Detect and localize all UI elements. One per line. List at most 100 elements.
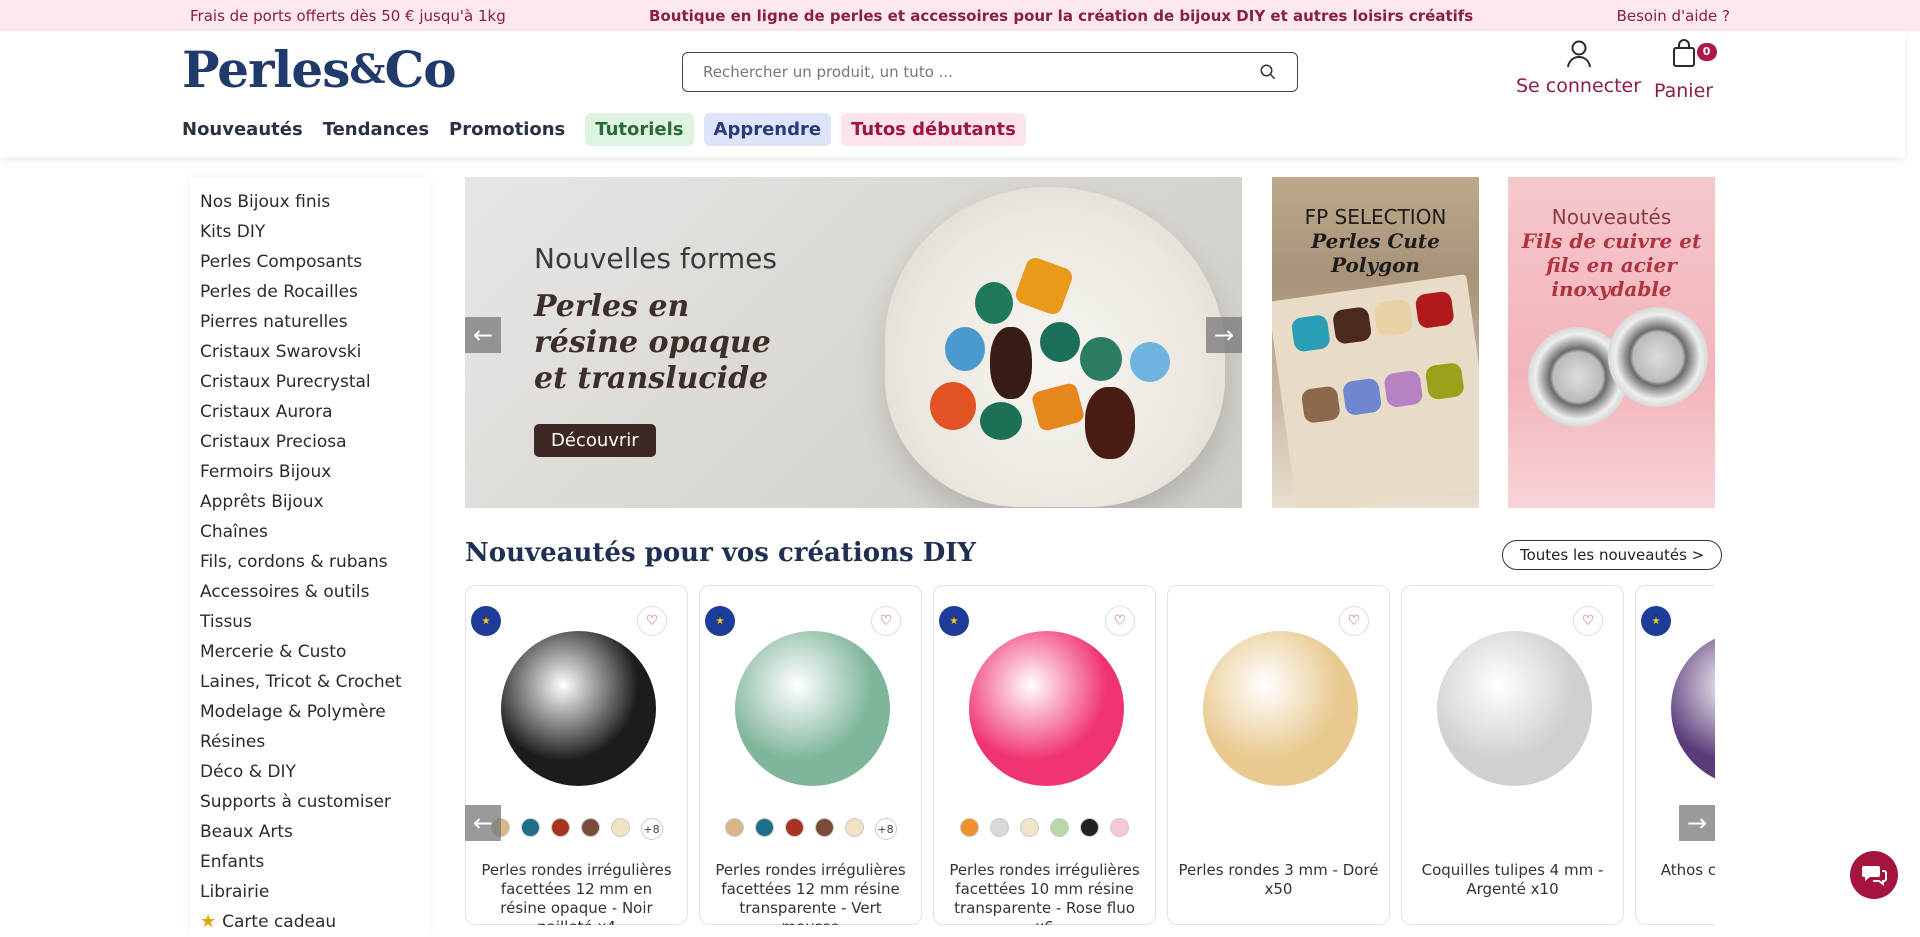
product-card[interactable]: ★♡Athos cabochon 20x10 mm — [1635, 585, 1715, 925]
bead-shape — [1080, 337, 1122, 381]
star-icon: ★ — [200, 911, 217, 932]
category-item[interactable]: Déco & DIY — [200, 757, 420, 787]
products-next-icon[interactable]: → — [1679, 805, 1715, 841]
category-item[interactable]: Mercerie & Custo — [200, 637, 420, 667]
product-card[interactable]: ♡ Coquilles tulipes 4 mm - Argenté x10 — [1401, 585, 1624, 925]
category-item[interactable]: Fermoirs Bijoux — [200, 457, 420, 487]
chat-button[interactable] — [1850, 851, 1898, 899]
color-swatch[interactable] — [1110, 818, 1129, 837]
category-item[interactable]: Supports à customiser — [200, 787, 420, 817]
bead-shape — [1424, 361, 1465, 401]
color-swatch[interactable] — [520, 818, 540, 837]
promo-label: Nouveautés — [1551, 205, 1672, 229]
shop-tagline: Boutique en ligne de perles et accessoir… — [649, 6, 1474, 25]
site-header: Perles&Co Se connecter 0 Panier Nouveaut… — [0, 31, 1905, 157]
promo-title: Perles Cute Polygon — [1311, 229, 1440, 277]
color-swatch[interactable] — [1020, 818, 1039, 837]
wishlist-heart-icon[interactable]: ♡ — [637, 606, 667, 636]
color-swatch[interactable] — [844, 818, 864, 837]
more-colors-badge[interactable]: +8 — [874, 818, 897, 840]
bead-shape — [1341, 377, 1383, 417]
category-item[interactable]: Perles Composants — [200, 247, 420, 277]
category-item[interactable]: Cristaux Preciosa — [200, 427, 420, 457]
category-item[interactable]: Nos Bijoux finis — [200, 187, 420, 217]
nav-tendances[interactable]: Tendances — [323, 113, 439, 146]
site-logo[interactable]: Perles&Co — [182, 45, 457, 95]
color-swatch[interactable] — [550, 818, 570, 837]
section-title: Nouveautés pour vos créations DIY — [465, 538, 976, 568]
wishlist-heart-icon[interactable]: ♡ — [1339, 606, 1369, 636]
hero-title: Perles en résine opaque et translucide — [534, 289, 771, 396]
product-card[interactable]: ★ ♡ Perles rondes irrégulières facettées 1… — [933, 585, 1156, 925]
category-item[interactable]: Kits DIY — [200, 217, 420, 247]
color-swatch[interactable] — [960, 818, 979, 837]
category-item[interactable]: Tissus — [200, 607, 420, 637]
category-item[interactable]: Cristaux Purecrystal — [200, 367, 420, 397]
help-link[interactable]: Besoin d'aide ? — [1617, 7, 1730, 25]
nav-tutos-debutants[interactable]: Tutos débutants — [841, 113, 1026, 146]
all-new-button[interactable]: Toutes les nouveautés > — [1502, 540, 1723, 570]
category-item[interactable]: Apprêts Bijoux — [200, 487, 420, 517]
color-swatch[interactable] — [784, 818, 804, 837]
bead-shape — [1130, 342, 1170, 382]
category-item[interactable]: Perles de Rocailles — [200, 277, 420, 307]
nav-tutoriels[interactable]: Tutoriels — [585, 113, 694, 146]
hero-cta-button[interactable]: Découvrir — [534, 424, 656, 457]
color-swatch[interactable] — [580, 818, 600, 837]
category-item[interactable]: Beaux Arts — [200, 817, 420, 847]
color-swatches — [934, 818, 1155, 837]
product-image — [501, 631, 656, 786]
product-image — [969, 631, 1124, 786]
color-swatch[interactable] — [814, 818, 834, 837]
product-card[interactable]: ★ ♡ +8 Perles rondes irrégulières facettées… — [465, 585, 688, 925]
nav-promotions[interactable]: Promotions — [449, 113, 575, 146]
search-icon[interactable] — [1259, 63, 1277, 81]
wishlist-heart-icon[interactable]: ♡ — [1105, 606, 1135, 636]
category-item[interactable]: Cristaux Swarovski — [200, 337, 420, 367]
category-item[interactable]: Accessoires & outils — [200, 577, 420, 607]
nav-apprendre[interactable]: Apprendre — [703, 113, 832, 146]
product-title[interactable]: Perles rondes irrégulières facettées 12 … — [476, 861, 677, 925]
category-item[interactable]: Pierres naturelles — [200, 307, 420, 337]
category-item[interactable]: Modelage & Polymère — [200, 697, 420, 727]
product-title[interactable]: Perles rondes 3 mm - Doré x50 — [1178, 861, 1379, 899]
bead-shape — [990, 327, 1032, 399]
color-swatch[interactable] — [724, 818, 744, 837]
color-swatch[interactable] — [610, 818, 630, 837]
product-card[interactable]: ♡ Perles rondes 3 mm - Doré x50 — [1167, 585, 1390, 925]
category-item[interactable]: Résines — [200, 727, 420, 757]
wishlist-heart-icon[interactable]: ♡ — [1573, 606, 1603, 636]
color-swatch[interactable] — [1080, 818, 1099, 837]
eu-flag-icon: ★ — [471, 606, 501, 636]
more-colors-badge[interactable]: +8 — [640, 818, 663, 840]
bead-shape — [930, 382, 976, 430]
color-swatch[interactable] — [990, 818, 1009, 837]
cart-button[interactable]: 0 Panier — [1654, 39, 1717, 102]
category-item[interactable]: Enfants — [200, 847, 420, 877]
product-title[interactable]: Perles rondes irrégulières facettées 10 … — [944, 861, 1145, 925]
category-item[interactable]: Chaînes — [200, 517, 420, 547]
category-item-gift-card[interactable]: ★ Carte cadeau — [200, 907, 420, 937]
products-prev-icon[interactable]: ← — [465, 805, 501, 841]
color-swatch[interactable] — [754, 818, 774, 837]
carousel-prev-icon[interactable]: ← — [465, 317, 501, 353]
product-title[interactable]: Perles rondes irrégulières facettées 12 … — [710, 861, 911, 925]
product-title[interactable]: Coquilles tulipes 4 mm - Argenté x10 — [1412, 861, 1613, 899]
product-title[interactable]: Athos cabochon 20x10 mm — [1646, 861, 1715, 899]
promo-nouveautes-fils[interactable]: Nouveautés Fils de cuivre et fils en aci… — [1508, 177, 1715, 508]
color-swatches: +8 — [700, 818, 921, 840]
hero-carousel[interactable]: Nouvelles formes Perles en résine opaque… — [465, 177, 1242, 508]
category-item[interactable]: Librairie — [200, 877, 420, 907]
category-item[interactable]: Cristaux Aurora — [200, 397, 420, 427]
login-button[interactable]: Se connecter — [1516, 39, 1641, 97]
wishlist-heart-icon[interactable]: ♡ — [871, 606, 901, 636]
shipping-info: Frais de ports offerts dès 50 € jusqu'à … — [190, 6, 506, 25]
search-input[interactable] — [703, 63, 1259, 81]
carousel-next-icon[interactable]: → — [1206, 317, 1242, 353]
color-swatch[interactable] — [1050, 818, 1069, 837]
product-card[interactable]: ★ ♡ +8 Perles rondes irrégulières facettées… — [699, 585, 922, 925]
promo-fp-selection[interactable]: FP SELECTION Perles Cute Polygon — [1272, 177, 1479, 508]
category-item[interactable]: Fils, cordons & rubans — [200, 547, 420, 577]
nav-nouveautes[interactable]: Nouveautés — [182, 113, 313, 146]
category-item[interactable]: Laines, Tricot & Crochet — [200, 667, 420, 697]
